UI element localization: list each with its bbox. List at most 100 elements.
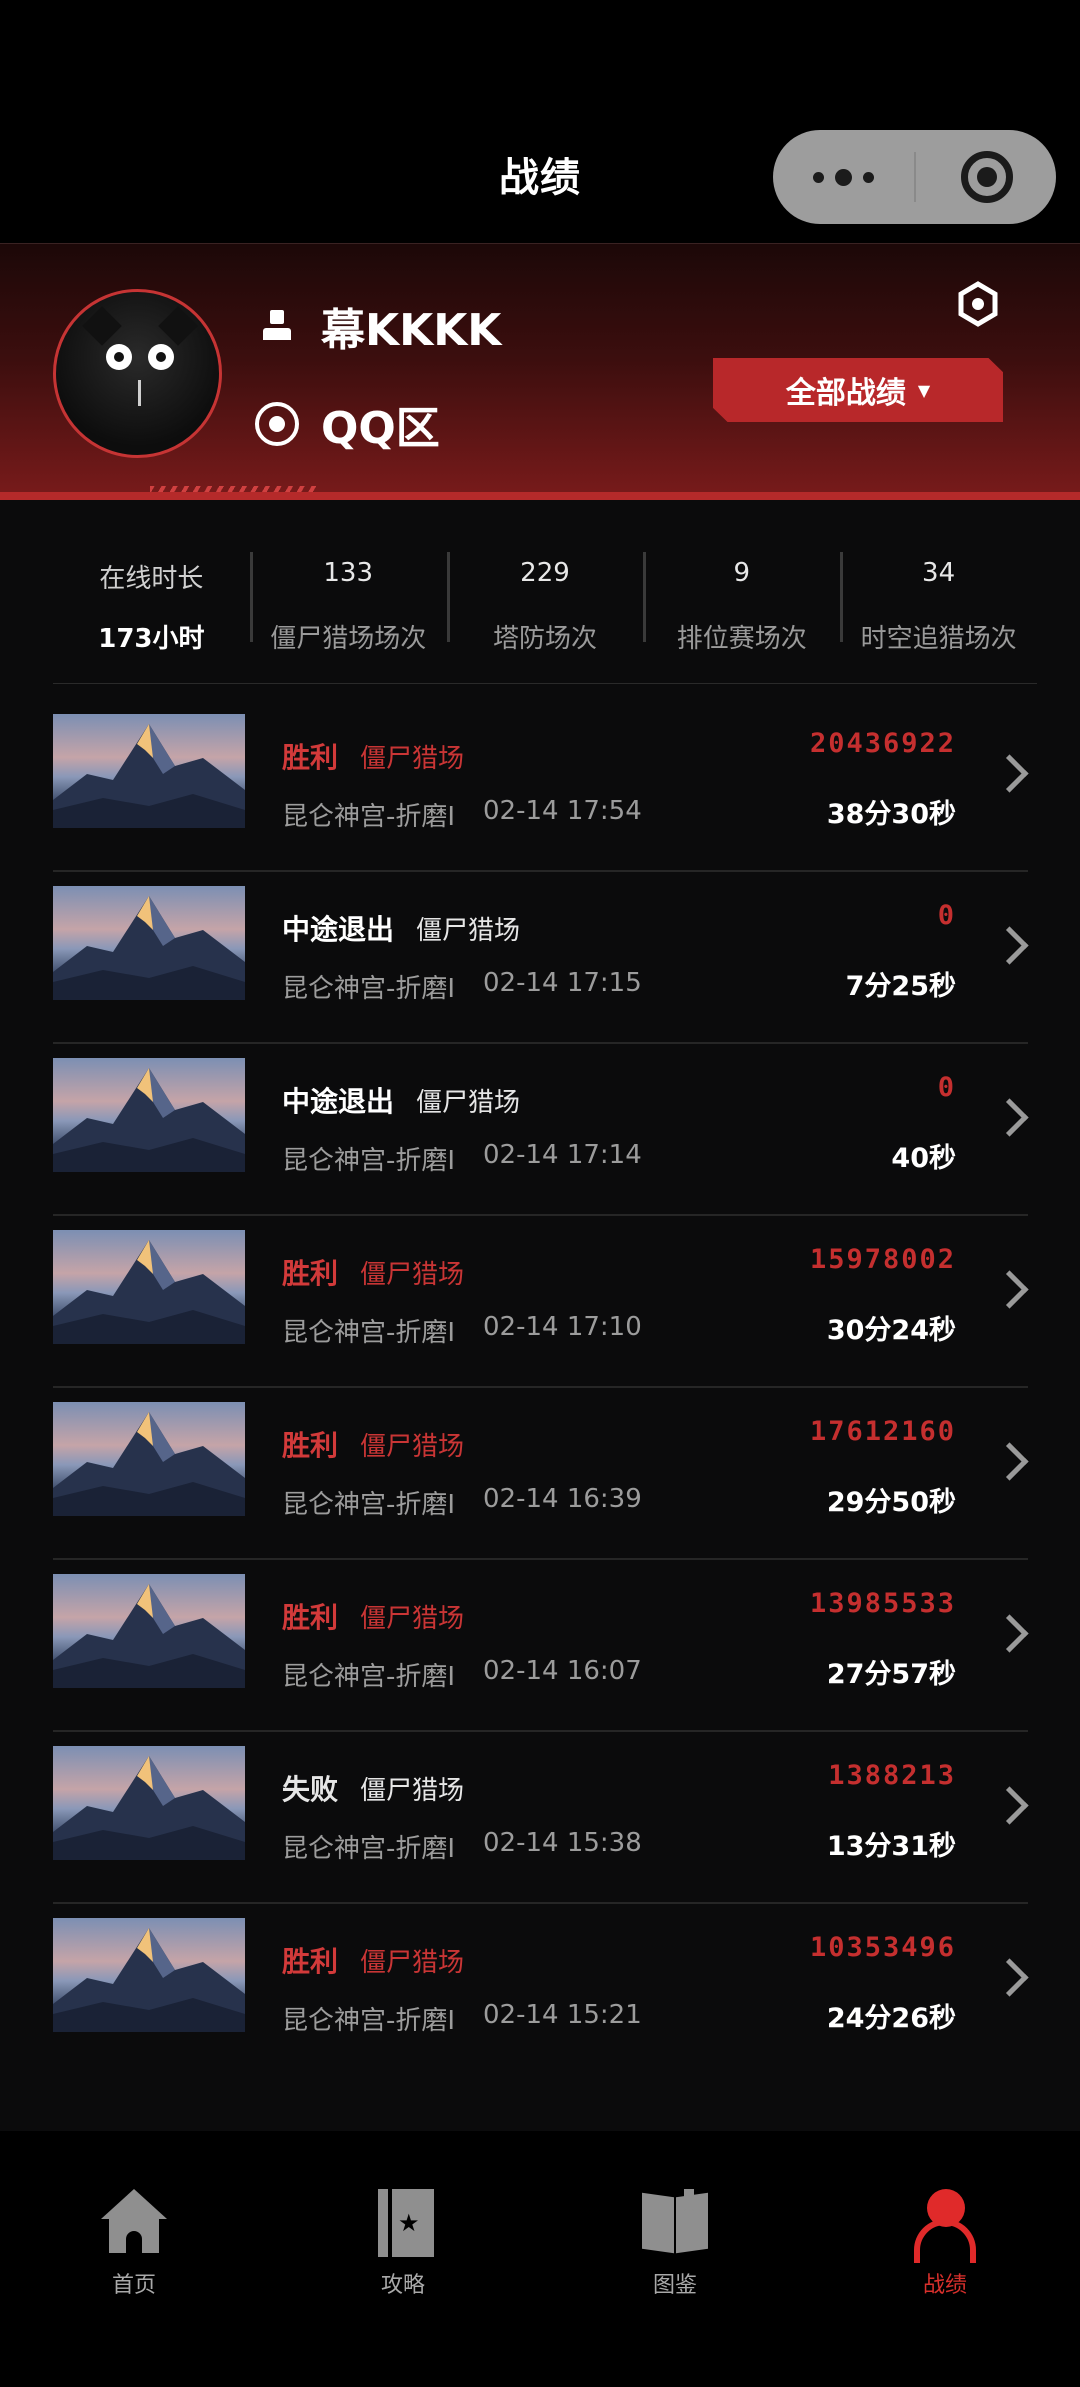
settings-hexagon-icon[interactable] — [957, 281, 999, 327]
match-result: 中途退出 — [282, 913, 395, 946]
match-record-row[interactable]: 胜利 僵尸猎场 昆仑神宫-折磨I 02-14 17:10 15978002 30… — [53, 1216, 1028, 1388]
match-result: 胜利 — [282, 1429, 339, 1462]
chevron-right-icon — [994, 1958, 1028, 1998]
match-duration: 13分31秒 — [826, 1831, 956, 1862]
more-options-button[interactable] — [773, 130, 913, 224]
chevron-right-icon — [994, 1270, 1028, 1310]
more-dot-icon — [862, 171, 874, 183]
map-thumbnail — [53, 1058, 245, 1172]
match-score: 10353496 — [809, 1932, 956, 1963]
match-map: 昆仑神宫-折磨I — [282, 2006, 456, 2036]
match-map: 昆仑神宫-折磨I — [282, 1318, 456, 1348]
match-time: 02-14 16:39 — [483, 1484, 642, 1514]
more-dot-icon — [812, 171, 824, 183]
tab-label: 攻略 — [380, 2273, 425, 2298]
player-zone-row: QQ区 — [255, 392, 440, 456]
person-icon — [255, 304, 299, 348]
caret-down-icon: ▼ — [917, 380, 931, 400]
match-mode: 僵尸猎场 — [360, 1948, 465, 1978]
map-thumbnail — [53, 714, 245, 828]
all-records-filter-button[interactable]: 全部战绩 ▼ — [713, 358, 1003, 422]
match-mode: 僵尸猎场 — [360, 1776, 465, 1806]
match-map: 昆仑神宫-折磨I — [282, 802, 456, 832]
match-duration: 7分25秒 — [845, 971, 956, 1002]
match-mode: 僵尸猎场 — [360, 1260, 465, 1290]
stat-label: 排位赛场次 — [676, 624, 807, 654]
stat-value: 173小时 — [98, 624, 205, 654]
tab-records[interactable]: 战绩 — [880, 2189, 1010, 2299]
match-map: 昆仑神宫-折磨I — [282, 1146, 456, 1176]
match-duration: 40秒 — [891, 1143, 956, 1174]
stat-time-hunt: 34 时空追猎场次 — [840, 540, 1037, 683]
map-thumbnail — [53, 1918, 245, 2032]
avatar-ear — [82, 306, 122, 346]
stats-bar: 在线时长 173小时 133 僵尸猎场场次 229 塔防场次 9 排位赛场次 3… — [53, 540, 1037, 684]
match-record-row[interactable]: 胜利 僵尸猎场 昆仑神宫-折磨I 02-14 15:21 10353496 24… — [53, 1904, 1028, 2076]
match-mode: 僵尸猎场 — [416, 1088, 521, 1118]
player-name-row: 幕KKKK — [255, 294, 501, 358]
mini-program-capsule — [773, 130, 1056, 224]
match-record-row[interactable]: 中途退出 僵尸猎场 昆仑神宫-折磨I 02-14 17:15 0 7分25秒 — [53, 872, 1028, 1044]
match-map: 昆仑神宫-折磨I — [282, 1490, 456, 1520]
filter-label: 全部战绩 — [785, 376, 906, 411]
avatar-ear — [158, 306, 198, 346]
match-mode: 僵尸猎场 — [360, 744, 465, 774]
match-mode: 僵尸猎场 — [416, 916, 521, 946]
avatar[interactable] — [53, 289, 222, 458]
match-time: 02-14 17:15 — [483, 968, 642, 998]
match-time: 02-14 15:38 — [483, 1828, 642, 1858]
tab-home[interactable]: 首页 — [69, 2189, 199, 2299]
tab-label: 战绩 — [922, 2273, 967, 2298]
match-record-row[interactable]: 中途退出 僵尸猎场 昆仑神宫-折磨I 02-14 17:14 0 40秒 — [53, 1044, 1028, 1216]
match-result: 失败 — [282, 1773, 339, 1806]
tab-label: 首页 — [111, 2273, 156, 2298]
avatar-mouth — [138, 380, 141, 406]
stat-value: 34 — [922, 558, 956, 588]
match-time: 02-14 15:21 — [483, 2000, 642, 2030]
map-thumbnail — [53, 1746, 245, 1860]
avatar-eye — [148, 344, 174, 370]
avatar-eye — [106, 344, 132, 370]
match-mode: 僵尸猎场 — [360, 1604, 465, 1634]
map-thumbnail — [53, 1230, 245, 1344]
match-map: 昆仑神宫-折磨I — [282, 1834, 456, 1864]
stat-tower-defense: 229 塔防场次 — [446, 540, 644, 683]
stat-label: 塔防场次 — [492, 624, 597, 654]
match-time: 02-14 17:10 — [483, 1312, 642, 1342]
match-result: 胜利 — [282, 1257, 339, 1290]
capsule-divider — [914, 152, 916, 202]
match-mode: 僵尸猎场 — [360, 1432, 465, 1462]
match-duration: 27分57秒 — [826, 1659, 956, 1690]
player-name: 幕KKKK — [321, 305, 502, 356]
match-record-row[interactable]: 失败 僵尸猎场 昆仑神宫-折磨I 02-14 15:38 1388213 13分… — [53, 1732, 1028, 1904]
match-score: 0 — [937, 1072, 956, 1103]
crosshair-icon — [255, 402, 299, 446]
stat-ranked: 9 排位赛场次 — [643, 540, 840, 683]
tab-label: 图鉴 — [652, 2273, 697, 2298]
atlas-book-icon — [640, 2189, 710, 2259]
match-map: 昆仑神宫-折磨I — [282, 974, 456, 1004]
chevron-right-icon — [994, 1614, 1028, 1654]
match-score: 13985533 — [809, 1588, 956, 1619]
stat-value: 229 — [520, 558, 570, 588]
tab-guide[interactable]: ★ 攻略 — [338, 2189, 468, 2299]
chevron-right-icon — [994, 1786, 1028, 1826]
stat-label: 时空追猎场次 — [860, 624, 1017, 654]
stat-label: 僵尸猎场场次 — [270, 624, 427, 654]
stat-online-time: 在线时长 173小时 — [53, 540, 250, 683]
match-map: 昆仑神宫-折磨I — [282, 1662, 456, 1692]
player-zone: QQ区 — [321, 403, 440, 454]
match-duration: 30分24秒 — [826, 1315, 956, 1346]
chevron-right-icon — [994, 1442, 1028, 1482]
match-result: 胜利 — [282, 1945, 339, 1978]
match-record-row[interactable]: 胜利 僵尸猎场 昆仑神宫-折磨I 02-14 17:54 20436922 38… — [53, 700, 1028, 872]
match-record-row[interactable]: 胜利 僵尸猎场 昆仑神宫-折磨I 02-14 16:07 13985533 27… — [53, 1560, 1028, 1732]
tab-atlas[interactable]: 图鉴 — [610, 2189, 740, 2299]
match-duration: 38分30秒 — [826, 799, 956, 830]
map-thumbnail — [53, 1402, 245, 1516]
match-record-row[interactable]: 胜利 僵尸猎场 昆仑神宫-折磨I 02-14 16:39 17612160 29… — [53, 1388, 1028, 1560]
top-nav-bar: 战绩 — [0, 0, 1080, 243]
close-target-icon[interactable] — [961, 151, 1013, 203]
match-duration: 29分50秒 — [826, 1487, 956, 1518]
match-time: 02-14 17:14 — [483, 1140, 642, 1170]
